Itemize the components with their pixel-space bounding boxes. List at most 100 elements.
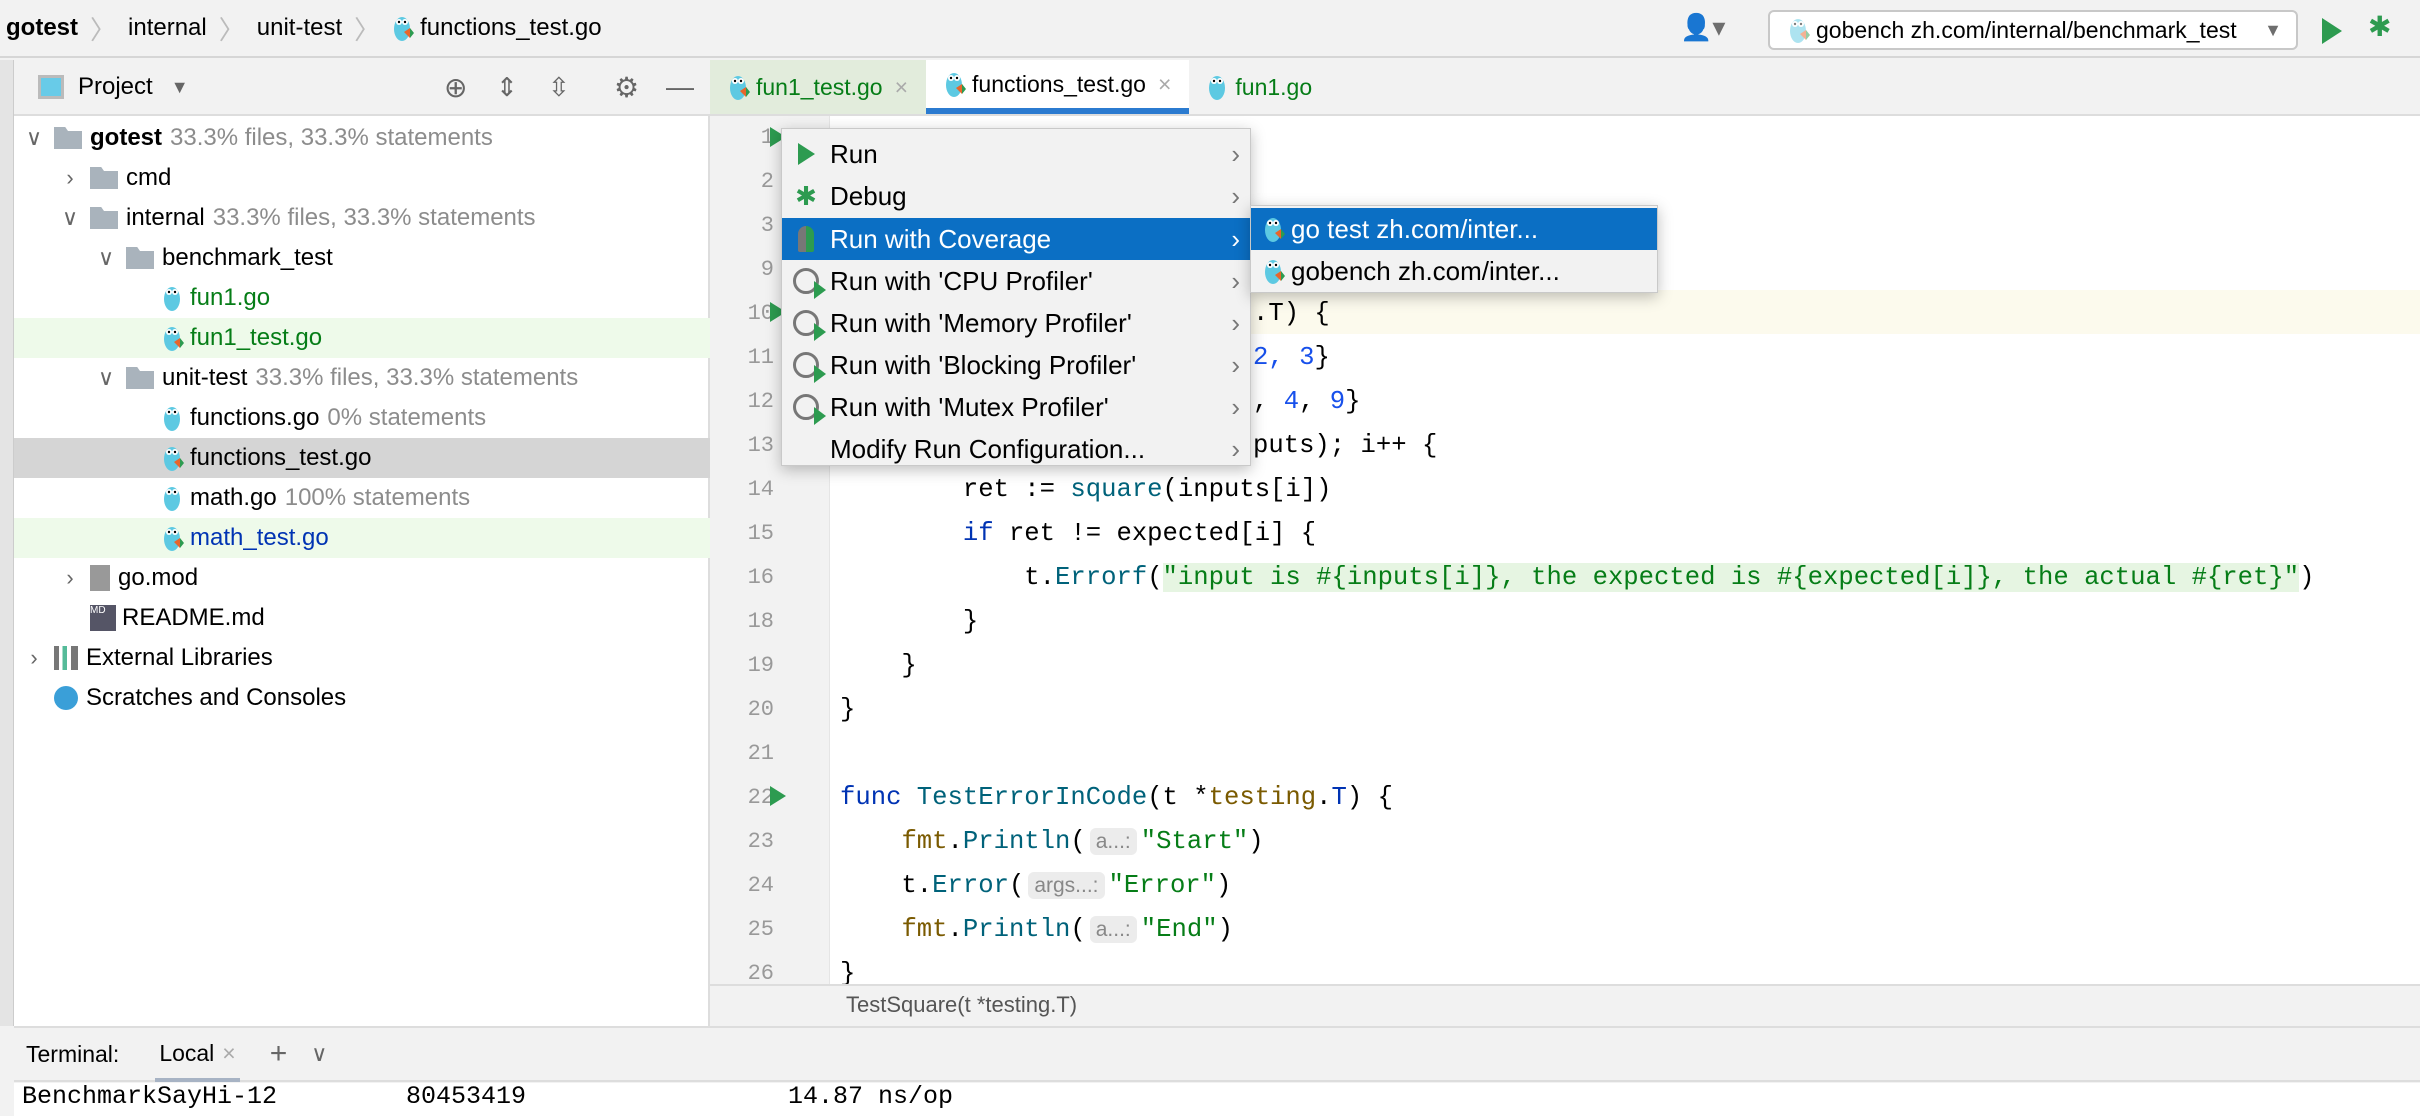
tree-item-label: unit-test <box>162 364 248 391</box>
breadcrumb-internal[interactable]: internal <box>122 14 213 42</box>
profiler-icon <box>782 310 830 341</box>
project-view-selector[interactable]: Project <box>78 73 153 101</box>
chevron-right-icon: › <box>1231 265 1240 296</box>
code-line: 2, 3} <box>1253 336 1330 380</box>
tree-item-label: internal <box>126 204 205 231</box>
go-test-icon <box>1263 215 1285 243</box>
tree-item[interactable]: ∨ gotest 33.3% files, 33.3% statements <box>14 118 710 158</box>
locate-icon[interactable]: ⊕ <box>444 71 467 104</box>
run-gutter-icon[interactable] <box>770 786 786 806</box>
tree-item[interactable]: fun1.go <box>14 278 710 318</box>
tree-item-label: gotest <box>90 124 162 151</box>
menu-item[interactable]: Run with 'Memory Profiler' › <box>782 302 1250 344</box>
chevron-down-icon[interactable]: ∨ <box>311 1041 327 1067</box>
line-number: 18 <box>747 609 774 634</box>
debug-icon[interactable]: ✱ <box>2368 10 2391 43</box>
tree-item-label: math_test.go <box>190 524 329 551</box>
tree-item[interactable]: Scratches and Consoles <box>14 678 710 718</box>
line-number: 22 <box>747 785 774 810</box>
menu-item[interactable]: Run with 'CPU Profiler' › <box>782 260 1250 302</box>
menu-item[interactable]: Run with 'Blocking Profiler' › <box>782 344 1250 386</box>
tree-item-label: go.mod <box>118 564 199 591</box>
chevron-right-icon[interactable]: › <box>22 645 46 671</box>
chevron-down-icon[interactable]: ∨ <box>94 365 118 391</box>
submenu-item[interactable]: gobench zh.com/inter... <box>1251 250 1657 292</box>
tree-item[interactable]: › External Libraries <box>14 638 710 678</box>
code-token: 4 <box>1283 387 1300 416</box>
coverage-stats: 33.3% files, 33.3% statements <box>170 124 493 151</box>
editor-breadcrumb[interactable]: TestSquare(t *testing.T) <box>846 992 1077 1018</box>
hide-icon[interactable]: — <box>666 71 694 103</box>
code-token: ) <box>1217 915 1233 944</box>
project-panel-header: Project ▼ ⊕ ⇕ ⇳ ⚙ — <box>14 60 710 116</box>
tree-item[interactable]: ∨ internal 33.3% files, 33.3% statements <box>14 198 710 238</box>
close-icon[interactable]: × <box>1158 71 1171 98</box>
chevron-right-icon[interactable]: › <box>58 165 82 191</box>
benchmark-name: BenchmarkSayHi-12 <box>22 1083 278 1111</box>
code-token: } <box>840 651 917 680</box>
line-number: 11 <box>747 345 774 370</box>
terminal-output[interactable]: BenchmarkSayHi-12 80453419 14.87 ns/op <box>14 1083 2420 1116</box>
chevron-down-icon[interactable]: ∨ <box>94 245 118 271</box>
folder-icon <box>126 367 154 389</box>
editor-tab[interactable]: fun1_test.go × <box>710 60 927 114</box>
submenu-item[interactable]: go test zh.com/inter... <box>1251 208 1657 250</box>
code-token: fmt <box>901 915 948 944</box>
code-line: puts); i++ { <box>1253 424 1437 468</box>
terminal-tab-local[interactable]: Local × <box>155 1026 240 1082</box>
menu-item-label: Run with 'CPU Profiler' <box>830 265 1093 296</box>
editor-tab[interactable]: functions_test.go × <box>926 60 1190 114</box>
gear-icon[interactable]: ⚙ <box>614 71 639 104</box>
folder-icon <box>90 167 118 189</box>
code-token: ) { <box>1346 783 1393 812</box>
menu-item[interactable]: Modify Run Configuration... › <box>782 428 1250 470</box>
line-number: 25 <box>747 917 774 942</box>
code-line: } <box>840 644 917 688</box>
menu-item[interactable]: Run with Coverage › <box>782 218 1250 260</box>
user-icon[interactable]: 👤▾ <box>1680 12 1725 43</box>
breadcrumb-unit-test[interactable]: unit-test <box>251 14 348 42</box>
tree-item[interactable]: ∨ unit-test 33.3% files, 33.3% statements <box>14 358 710 398</box>
parameter-hint: a...: <box>1089 828 1137 855</box>
menu-item[interactable]: Run with 'Mutex Profiler' › <box>782 386 1250 428</box>
tree-item[interactable]: › go.mod <box>14 558 710 598</box>
expand-all-icon[interactable]: ⇕ <box>496 72 518 103</box>
tree-item[interactable]: MD README.md <box>14 598 710 638</box>
chevron-right-icon[interactable]: › <box>58 565 82 591</box>
chevron-down-icon[interactable]: ∨ <box>22 125 46 151</box>
chevron-down-icon[interactable]: ▼ <box>171 77 189 98</box>
code-token: ) <box>1216 871 1232 900</box>
run-icon <box>782 143 830 165</box>
menu-item[interactable]: Run › <box>782 133 1250 175</box>
code-token: 3 <box>1299 343 1315 372</box>
breadcrumb-file[interactable]: functions_test.go <box>386 14 607 42</box>
line-number: 15 <box>747 521 774 546</box>
tree-item[interactable]: fun1_test.go <box>14 318 710 358</box>
line-number: 3 <box>760 213 774 238</box>
close-icon[interactable]: × <box>895 74 908 101</box>
code-line: } <box>840 688 855 732</box>
run-icon[interactable] <box>2322 18 2342 44</box>
collapse-all-icon[interactable]: ⇳ <box>548 72 570 103</box>
chevron-down-icon: ▼ <box>2264 19 2282 40</box>
menu-item[interactable]: ✱ Debug › <box>782 175 1250 217</box>
tree-item[interactable]: math.go 100% statements <box>14 478 710 518</box>
code-line: } <box>840 952 855 984</box>
code-token: puts); i++ { <box>1253 431 1438 460</box>
add-icon[interactable]: + <box>270 1037 288 1071</box>
tree-item[interactable]: › cmd <box>14 158 710 198</box>
code-token: (t * <box>1147 783 1209 812</box>
go-file-icon <box>944 70 966 98</box>
breadcrumb-gotest[interactable]: gotest <box>0 14 84 42</box>
chevron-down-icon[interactable]: ∨ <box>58 205 82 231</box>
tree-item[interactable]: math_test.go <box>14 518 710 558</box>
close-icon[interactable]: × <box>222 1040 235 1066</box>
line-number: 14 <box>747 477 774 502</box>
tree-item[interactable]: ∨ benchmark_test <box>14 238 710 278</box>
tree-item[interactable]: functions.go 0% statements <box>14 398 710 438</box>
tree-item[interactable]: functions_test.go <box>14 438 710 478</box>
run-configuration-select[interactable]: gobench zh.com/internal/benchmark_test ▼ <box>1768 10 2298 50</box>
editor-tab[interactable]: fun1.go <box>1189 60 1330 114</box>
chevron-right-icon: › <box>1231 349 1240 380</box>
editor-tabs: fun1_test.go × functions_test.go × fun1.go <box>710 60 2420 116</box>
